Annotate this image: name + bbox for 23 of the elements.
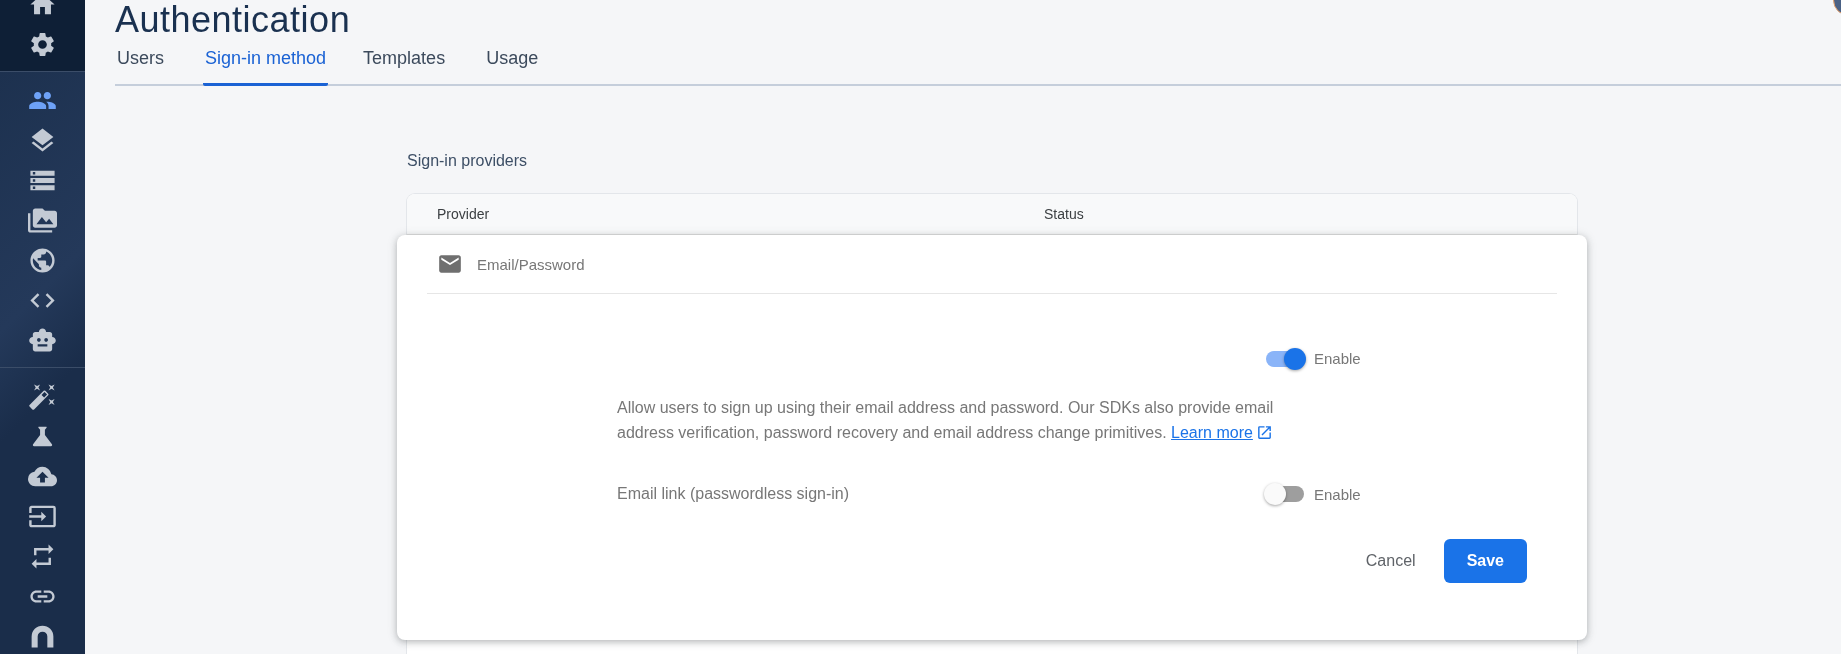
column-header: Status: [1044, 206, 1085, 222]
save-button[interactable]: Save: [1443, 539, 1527, 583]
provider-name: Email/Password: [477, 255, 585, 273]
section-title: Sign-in providers: [407, 152, 529, 170]
tab[interactable]: Sign-in method: [203, 40, 329, 86]
magic-wand-icon[interactable]: [28, 382, 57, 411]
learn-more-link[interactable]: Learn more: [1171, 424, 1273, 441]
toggle-label: Enable: [1314, 485, 1361, 503]
toggle-switch[interactable]: [1266, 350, 1304, 367]
toggle-label: Enable: [1314, 350, 1361, 367]
settings-icon[interactable]: [28, 30, 57, 59]
page-title: Authentication: [115, 0, 351, 40]
tab[interactable]: Users: [115, 40, 166, 86]
option-label: Email link (passwordless sign-in): [617, 485, 850, 503]
tab[interactable]: Templates: [361, 40, 448, 86]
image-folder-icon[interactable]: [28, 206, 57, 235]
column-header: Provider: [436, 206, 491, 222]
tab[interactable]: Usage: [484, 40, 541, 86]
globe-icon[interactable]: [28, 246, 57, 275]
toggle-switch[interactable]: [1266, 486, 1304, 502]
external-link-icon: [1255, 424, 1273, 441]
description-text: Allow users to sign up using their email address and password. Our SDKs also provide email address verification, password recovery and email address change primitives. Learn more: [617, 398, 1275, 443]
cancel-button[interactable]: Cancel: [1361, 539, 1420, 583]
